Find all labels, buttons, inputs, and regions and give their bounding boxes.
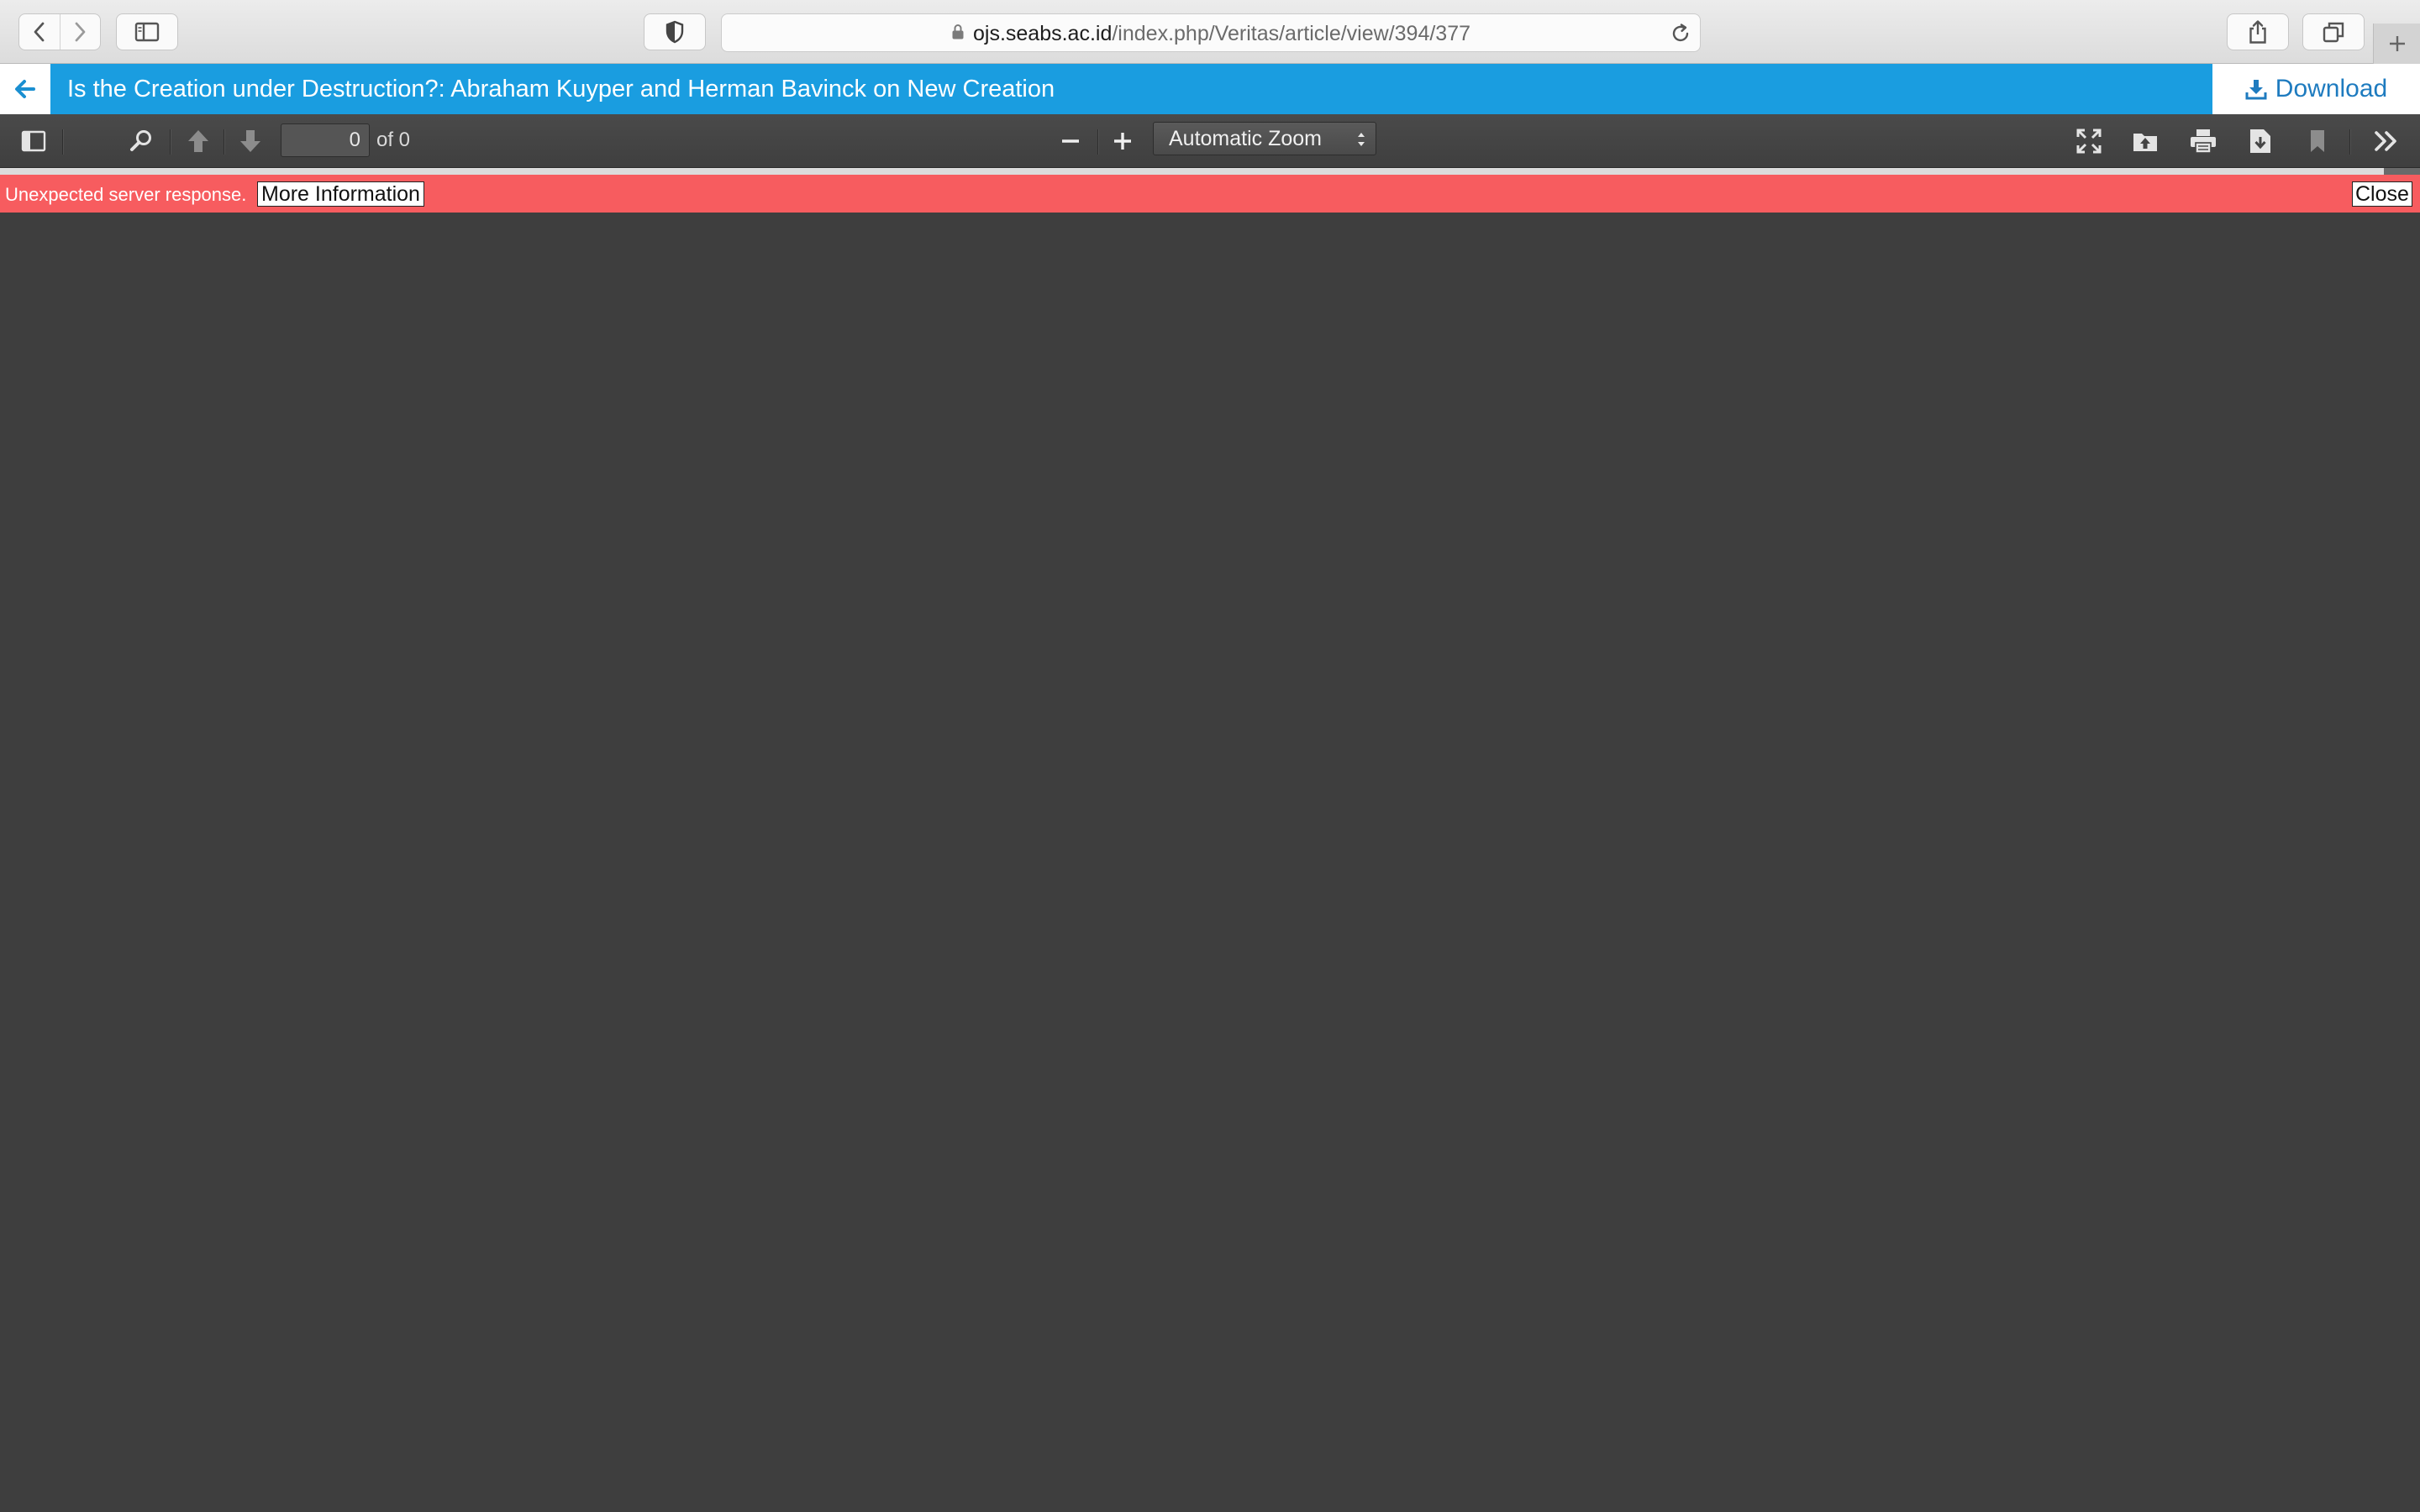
sidebar-button[interactable] (116, 13, 178, 50)
url-text: ojs.seabs.ac.id/index.php/Veritas/articl… (722, 14, 1700, 53)
tools-button[interactable] (2370, 124, 2403, 158)
print-icon (2191, 129, 2216, 154)
find-button[interactable] (124, 124, 158, 158)
error-wrapper: Unexpected server response. More Informa… (0, 175, 2420, 213)
toolbar-separator (2349, 129, 2350, 155)
toolbar-separator (1097, 129, 1098, 155)
presentation-mode-icon (2076, 129, 2102, 154)
print-button[interactable] (2186, 124, 2220, 158)
open-file-button[interactable] (2129, 124, 2163, 158)
lock-icon (952, 24, 964, 39)
loading-progress-fill (0, 168, 2384, 175)
history-nav (18, 13, 101, 50)
return-to-article-button[interactable] (0, 64, 50, 114)
show-tabs-button[interactable] (2302, 13, 2365, 50)
zoom-out-icon (1062, 139, 1079, 143)
forward-button[interactable] (59, 14, 101, 50)
search-icon (130, 130, 151, 151)
url-domain: ojs.seabs.ac.id (972, 22, 1113, 45)
next-page-icon (240, 130, 260, 152)
error-message: Unexpected server response. (5, 184, 247, 205)
zoom-in-icon (1114, 133, 1131, 150)
previous-page-icon (188, 130, 208, 152)
zoom-in-button[interactable] (1106, 124, 1139, 158)
toolbar-separator (62, 129, 63, 155)
bookmark-icon (2311, 130, 2324, 152)
reload-icon[interactable] (1670, 23, 1691, 45)
arrow-left-icon (15, 80, 35, 98)
plus-icon (2389, 36, 2405, 51)
article-header: Is the Creation under Destruction?: Abra… (0, 64, 2420, 114)
toggle-sidebar-icon (21, 130, 46, 152)
chevron-left-icon (34, 22, 45, 42)
updown-arrows-icon (1358, 133, 1365, 146)
download-label: Download (2275, 75, 2388, 102)
more-information-button[interactable]: More Information (257, 181, 424, 207)
browser-toolbar: ojs.seabs.ac.id/index.php/Veritas/articl… (0, 0, 2420, 64)
page-count-label: of 0 (376, 129, 411, 151)
open-file-icon (2133, 134, 2157, 151)
previous-page-button[interactable] (182, 124, 215, 158)
share-icon (2249, 20, 2266, 44)
toggle-sidebar-button[interactable] (17, 124, 50, 158)
back-button[interactable] (19, 14, 60, 50)
new-tab-button[interactable] (2373, 24, 2420, 64)
page-number-input[interactable] (281, 123, 370, 157)
loading-progress-bar (0, 168, 2420, 175)
next-page-button[interactable] (234, 124, 267, 158)
url-path: /index.php/Veritas/article/view/394/377 (1112, 22, 1471, 45)
bookmark-button[interactable] (2301, 124, 2334, 158)
tools-icon (2375, 131, 2396, 151)
page-root: ojs.seabs.ac.id/index.php/Veritas/articl… (0, 0, 2420, 1512)
share-button[interactable] (2227, 13, 2289, 50)
chevron-right-icon (75, 22, 86, 42)
zoom-select-value: Automatic Zoom (1169, 127, 1323, 150)
tabs-icon (2323, 22, 2344, 43)
error-close-button[interactable]: Close (2352, 181, 2412, 207)
zoom-select[interactable]: Automatic Zoom (1153, 122, 1376, 155)
presentation-mode-button[interactable] (2072, 124, 2106, 158)
toolbar-separator (170, 129, 171, 155)
shield-icon (666, 20, 684, 44)
address-bar[interactable]: ojs.seabs.ac.id/index.php/Veritas/articl… (721, 13, 1701, 52)
zoom-out-button[interactable] (1054, 124, 1087, 158)
viewer-container[interactable] (0, 213, 2420, 1512)
sidebar-icon (134, 22, 160, 42)
privacy-report-button[interactable] (644, 13, 706, 50)
save-button[interactable] (2244, 124, 2277, 158)
download-icon (2245, 80, 2267, 100)
download-button[interactable]: Download (2212, 64, 2420, 114)
article-title[interactable]: Is the Creation under Destruction?: Abra… (67, 64, 1055, 114)
save-icon (2250, 129, 2270, 153)
